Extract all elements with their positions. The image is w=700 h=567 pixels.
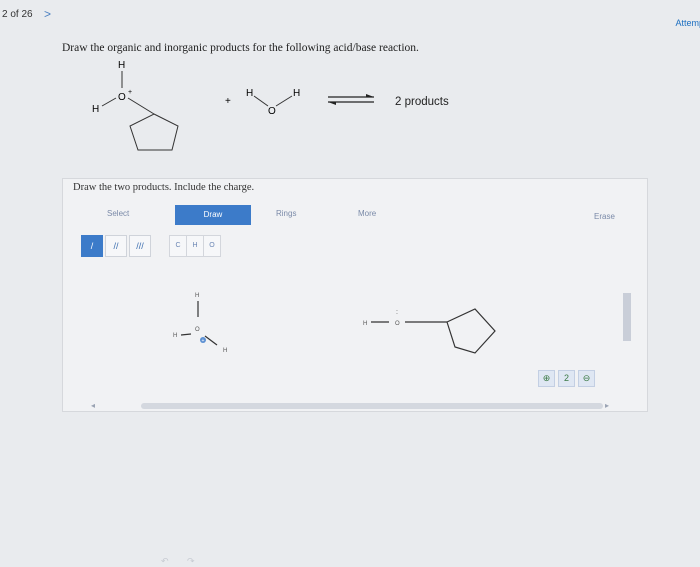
hydronium-h-top: H xyxy=(195,293,199,299)
reaction-plus: + xyxy=(225,96,231,107)
zoom-controls: ⊕ 2 ⊖ xyxy=(538,370,595,387)
alcohol-lone-pair: : xyxy=(396,309,398,316)
scroll-right-icon[interactable]: ▸ xyxy=(605,401,609,410)
zoom-reset-icon[interactable]: 2 xyxy=(558,370,575,387)
vertical-scrollbar[interactable] xyxy=(623,293,631,341)
alcohol-h: H xyxy=(363,321,367,327)
products-label: 2 products xyxy=(395,96,449,108)
zoom-out-icon[interactable]: ⊖ xyxy=(578,370,595,387)
top-bar: 2 of 26 > Attemp xyxy=(0,0,700,30)
r1-h-top: H xyxy=(118,60,125,71)
reaction-drawing: H O + H + H O H xyxy=(92,60,374,151)
undo-icon[interactable]: ↶ xyxy=(161,556,169,567)
hydronium-bond-left xyxy=(180,333,192,336)
reverse-arrowhead xyxy=(328,102,336,105)
zoom-in-icon[interactable]: ⊕ xyxy=(538,370,555,387)
r1-h-left: H xyxy=(92,104,99,115)
hydronium-h-left: H xyxy=(173,333,177,339)
hydronium-oxygen: O xyxy=(195,327,200,333)
hydronium-charge: + xyxy=(202,338,205,344)
water-h-right: H xyxy=(293,88,300,99)
next-question-icon[interactable]: > xyxy=(44,7,51,21)
water-bond-left xyxy=(253,95,269,107)
question-prompt: Draw the organic and inorganic products … xyxy=(62,42,419,54)
water-h-left: H xyxy=(246,88,253,99)
reaction-scheme: H O + H + H O H xyxy=(80,56,480,160)
r1-charge: + xyxy=(128,89,132,96)
water-bond-right xyxy=(275,95,293,107)
r1-cyclopentane-ring xyxy=(129,113,179,151)
r1-bond-oh-left xyxy=(101,97,117,107)
hydronium-h-right: H xyxy=(223,348,227,354)
scroll-left-icon[interactable]: ◂ xyxy=(91,401,95,410)
r1-bond-oc xyxy=(127,97,155,115)
r1-oxygen: O xyxy=(118,92,126,103)
attempt-link[interactable]: Attemp xyxy=(675,18,700,28)
drawing-panel: Draw the two products. Include the charg… xyxy=(62,178,648,566)
forward-arrowhead xyxy=(366,94,374,97)
horizontal-scrollbar[interactable] xyxy=(141,403,603,409)
alcohol-oxygen: O xyxy=(395,321,400,327)
alcohol-cyclopentane-ring xyxy=(446,308,496,354)
hydronium-bond-right xyxy=(204,335,218,346)
water-oxygen: O xyxy=(268,106,276,117)
question-counter: 2 of 26 xyxy=(2,9,33,20)
redo-icon[interactable]: ↷ xyxy=(187,556,195,567)
